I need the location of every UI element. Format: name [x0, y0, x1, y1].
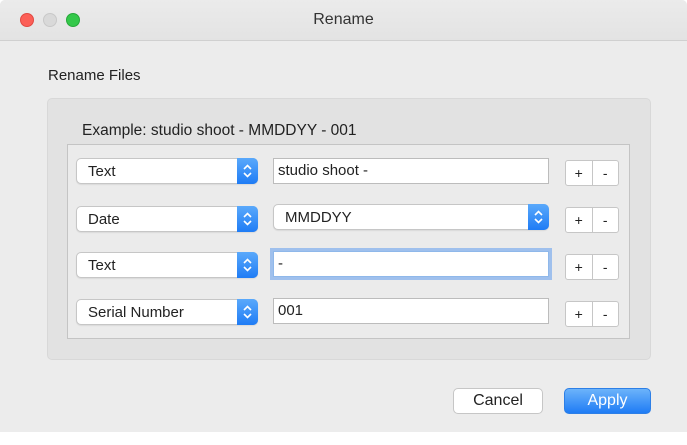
row-4-type-popup[interactable]: Serial Number	[76, 299, 258, 325]
updown-arrows-icon	[237, 252, 258, 278]
row-2-value-popup[interactable]: MMDDYY	[273, 204, 549, 230]
section-title: Rename Files	[48, 67, 141, 84]
cancel-button[interactable]: Cancel	[453, 388, 543, 414]
row-4-add-remove: + -	[565, 301, 619, 327]
row-1-add-button[interactable]: +	[566, 161, 593, 185]
row-3-type-popup[interactable]: Text	[76, 252, 258, 278]
row-2-type-label: Date	[88, 211, 120, 228]
updown-arrows-icon	[237, 158, 258, 184]
updown-arrows-icon	[237, 299, 258, 325]
rename-dialog: Rename Rename Files Example: studio shoo…	[0, 0, 687, 445]
example-preview: Example: studio shoot - MMDDYY - 001	[82, 122, 357, 139]
apply-button[interactable]: Apply	[564, 388, 651, 414]
window-title: Rename	[313, 11, 374, 28]
row-3-add-button[interactable]: +	[566, 255, 593, 279]
row-1-value-field[interactable]: studio shoot -	[273, 158, 549, 184]
updown-arrows-icon	[528, 204, 549, 230]
row-3-value-field[interactable]: -	[273, 251, 549, 277]
row-1-add-remove: + -	[565, 160, 619, 186]
row-1-remove-button[interactable]: -	[593, 161, 619, 185]
row-4-type-label: Serial Number	[88, 304, 184, 321]
row-3-add-remove: + -	[565, 254, 619, 280]
row-2-add-remove: + -	[565, 207, 619, 233]
row-4-value-field[interactable]: 001	[273, 298, 549, 324]
updown-arrows-icon	[237, 206, 258, 232]
row-4-remove-button[interactable]: -	[593, 302, 619, 326]
row-1-type-popup[interactable]: Text	[76, 158, 258, 184]
window-bottom-edge	[0, 432, 687, 445]
row-4-add-button[interactable]: +	[566, 302, 593, 326]
row-3-type-label: Text	[88, 257, 116, 274]
row-1-type-label: Text	[88, 163, 116, 180]
row-2-remove-button[interactable]: -	[593, 208, 619, 232]
row-2-value-label: MMDDYY	[285, 209, 352, 226]
title-bar: Rename	[0, 0, 687, 41]
row-2-add-button[interactable]: +	[566, 208, 593, 232]
row-3-remove-button[interactable]: -	[593, 255, 619, 279]
row-2-type-popup[interactable]: Date	[76, 206, 258, 232]
